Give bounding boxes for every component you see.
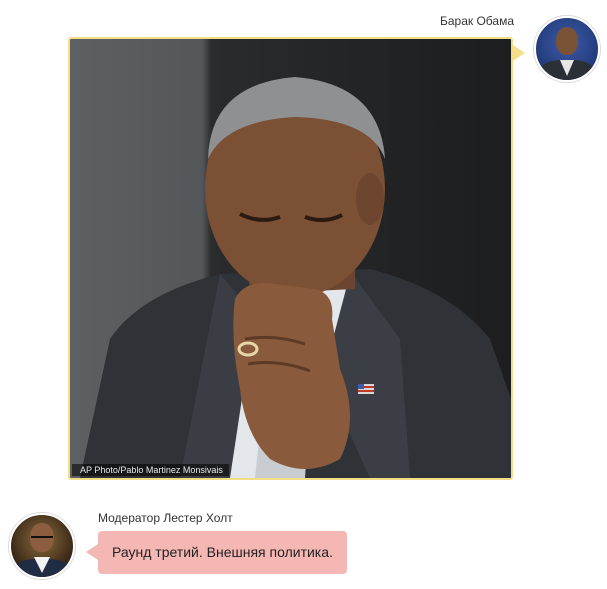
message-bubble[interactable]: Раунд третий. Внешняя политика. — [98, 531, 347, 574]
sender-name: Модератор Лестер Холт — [98, 511, 233, 525]
obama-photo-illustration — [80, 77, 511, 478]
obama-avatar[interactable] — [534, 16, 600, 82]
sender-name: Барак Обама — [439, 14, 514, 28]
glasses-icon — [31, 536, 53, 542]
lester-holt-avatar[interactable] — [9, 513, 75, 579]
photo-message[interactable]: AP Photo/Pablo Martinez Monsivais — [68, 37, 513, 480]
bubble-tail — [513, 45, 525, 61]
photo-credit: AP Photo/Pablo Martinez Monsivais — [72, 464, 229, 476]
bubble-tail — [86, 544, 98, 560]
avatar-head — [556, 27, 578, 55]
obama-photo: AP Photo/Pablo Martinez Monsivais — [70, 39, 511, 478]
